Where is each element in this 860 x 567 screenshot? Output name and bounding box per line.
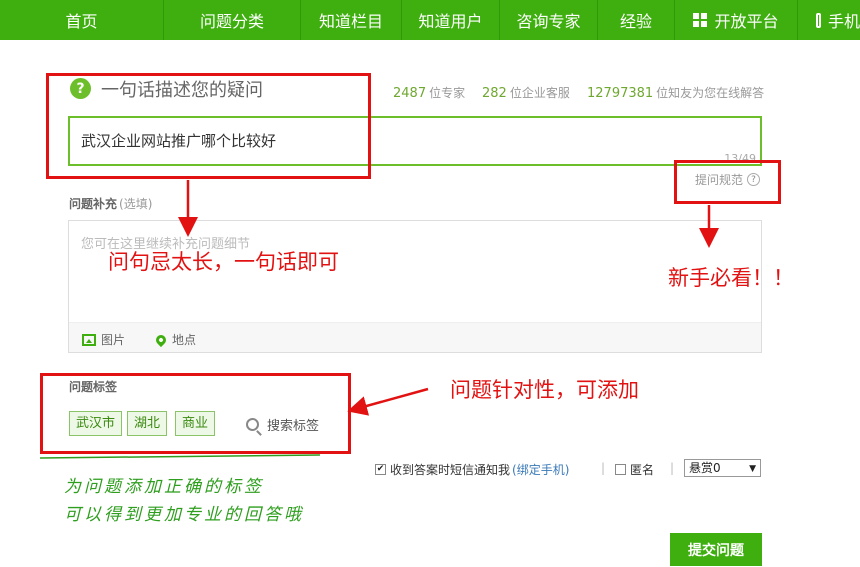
annotation-newbie: 新手必看！！ (668, 266, 794, 290)
annotation-green-line2: 可以得到更加专业的回答哦 (64, 505, 304, 525)
arrow-to-tags (347, 387, 429, 416)
annotation-too-long: 问句忌太长，一句话即可 (108, 250, 339, 274)
annotation-tags-note: 问题针对性，可添加 (450, 378, 639, 402)
annotation-green-line1: 为问题添加正确的标签 (64, 477, 264, 497)
green-underline (39, 454, 321, 459)
